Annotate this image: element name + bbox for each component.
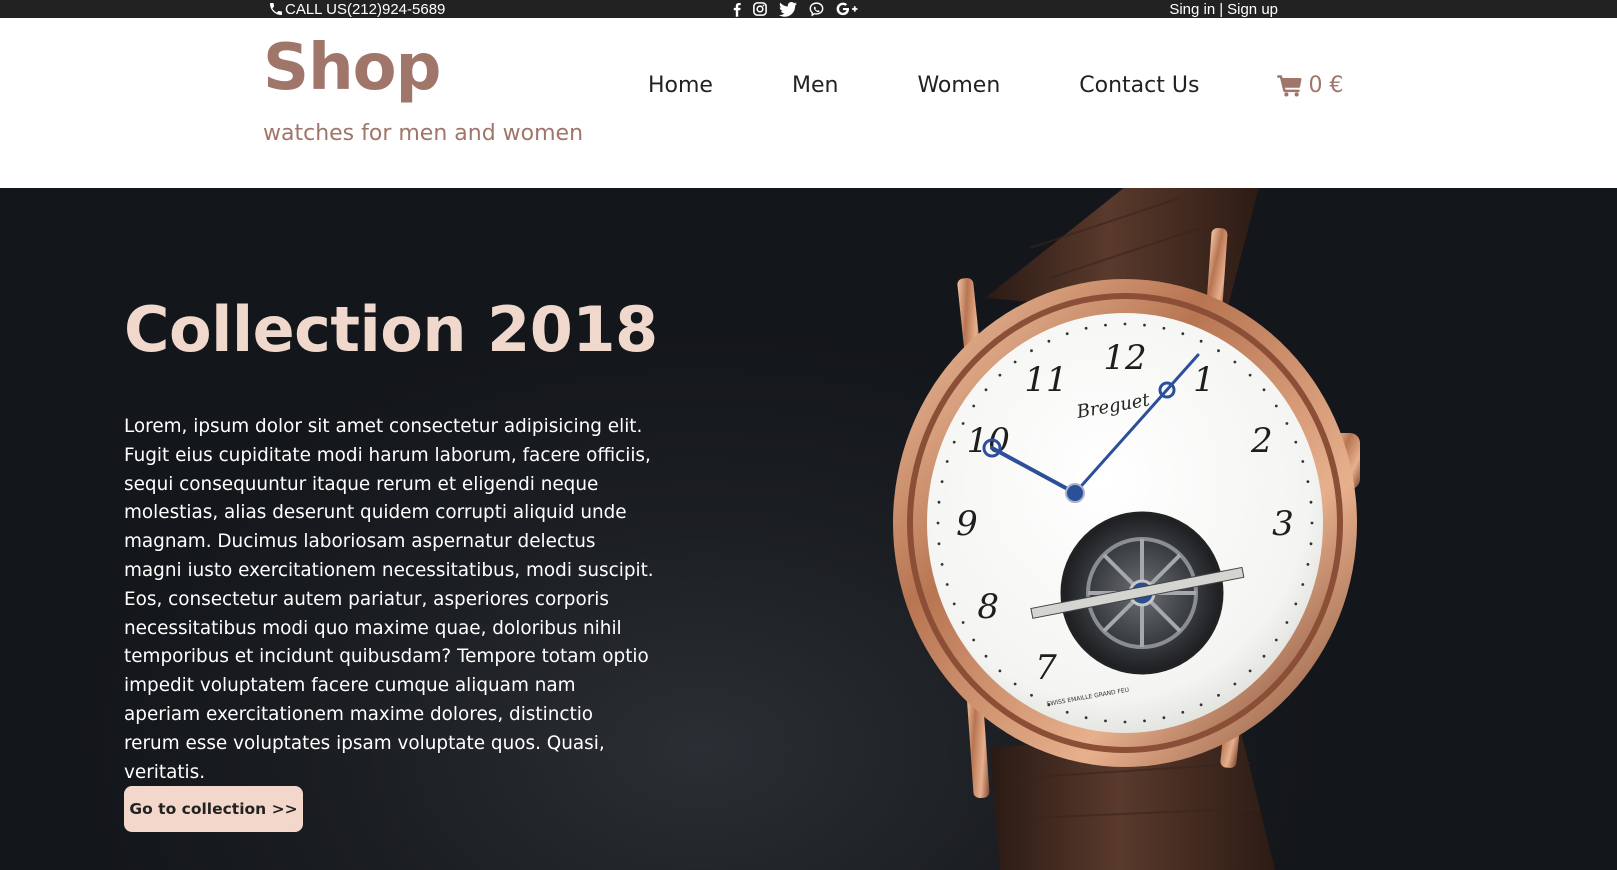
dial-numeral: 7 bbox=[1035, 648, 1057, 688]
dial-numeral: 9 bbox=[956, 504, 978, 544]
dial-numeral: 8 bbox=[977, 587, 999, 627]
sign-in-link[interactable]: Sing in bbox=[1169, 1, 1215, 18]
hero-section: Collection 2018 Lorem, ipsum dolor sit a… bbox=[0, 188, 1617, 870]
account-separator: | bbox=[1219, 0, 1224, 18]
nav-contact-us[interactable]: Contact Us bbox=[1079, 73, 1199, 98]
viber-icon[interactable] bbox=[809, 0, 824, 18]
dial-numeral: 11 bbox=[1024, 360, 1067, 400]
account-links: Sing in | Sign up bbox=[1169, 0, 1278, 18]
go-to-collection-button[interactable]: Go to collection >> bbox=[124, 786, 303, 832]
dial-numeral: 12 bbox=[1103, 338, 1146, 378]
google-plus-icon[interactable] bbox=[836, 0, 858, 18]
site-header: Shop watches for men and women Home Men … bbox=[0, 18, 1617, 188]
dial-numeral: 3 bbox=[1272, 504, 1294, 544]
nav-men[interactable]: Men bbox=[792, 73, 838, 98]
site-tagline: watches for men and women bbox=[263, 121, 584, 146]
hero-title: Collection 2018 bbox=[124, 293, 658, 366]
cart-button[interactable]: 0 € bbox=[1277, 73, 1343, 98]
twitter-icon[interactable] bbox=[779, 0, 797, 18]
cart-total: 0 € bbox=[1308, 73, 1344, 98]
sign-up-link[interactable]: Sign up bbox=[1227, 1, 1278, 18]
facebook-icon[interactable] bbox=[733, 0, 741, 18]
dial-numeral: 1 bbox=[1193, 360, 1215, 400]
dial-numeral: 2 bbox=[1250, 421, 1273, 461]
social-links bbox=[733, 0, 858, 18]
nav-women[interactable]: Women bbox=[917, 73, 1000, 98]
main-nav: Home Men Women Contact Us 0 € bbox=[648, 73, 1343, 98]
hero-description: Lorem, ipsum dolor sit amet consectetur … bbox=[124, 416, 654, 783]
call-us[interactable]: CALL US(212)924-5689 bbox=[268, 0, 445, 18]
call-us-text: CALL US(212)924-5689 bbox=[285, 0, 446, 18]
nav-home[interactable]: Home bbox=[648, 73, 713, 98]
top-bar: CALL US(212)924-5689 Sing in | Sign up bbox=[0, 0, 1617, 18]
site-logo[interactable]: Shop bbox=[263, 36, 441, 100]
phone-icon bbox=[270, 3, 282, 15]
watch-image: Breguet 121237891011 SWISS EMAILLE GRAND… bbox=[893, 188, 1360, 870]
shopping-cart-icon bbox=[1277, 74, 1302, 97]
instagram-icon[interactable] bbox=[753, 0, 767, 18]
